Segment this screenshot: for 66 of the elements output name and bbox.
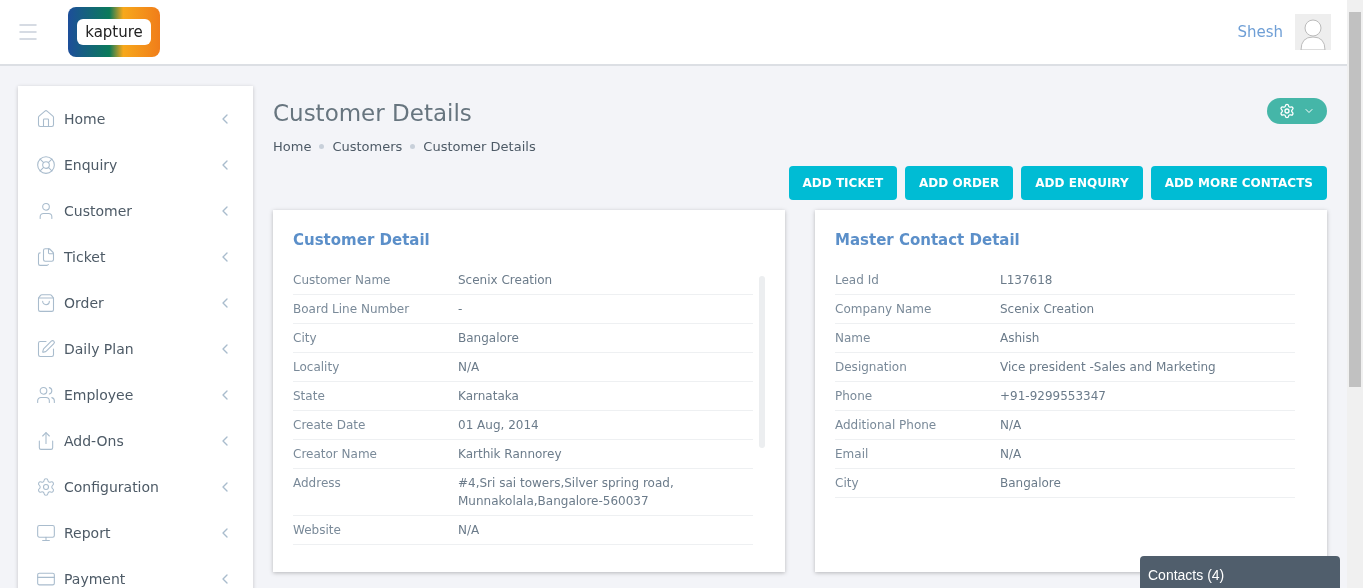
field-value: Vice president -Sales and Marketing	[1000, 359, 1216, 376]
sidebar-item[interactable]: Enquiry	[36, 142, 233, 188]
field-label: Phone	[835, 388, 874, 405]
sidebar-item[interactable]: Ticket	[36, 234, 233, 280]
field-label: Website	[293, 522, 342, 539]
card-title: Customer Detail	[293, 230, 431, 250]
sidebar-item[interactable]: Payment	[36, 556, 233, 588]
sidebar-item[interactable]: Order	[36, 280, 233, 326]
field-value: Scenix Creation	[1000, 301, 1095, 318]
field-value: -	[458, 301, 463, 318]
contacts-bar[interactable]: Contacts (4)	[1140, 556, 1340, 588]
share-icon	[36, 431, 56, 451]
bag-icon	[36, 293, 56, 313]
field-label: Address	[293, 475, 342, 492]
documents-icon	[36, 247, 56, 267]
card-title: Master Contact Detail	[835, 230, 1021, 250]
field-value: N/A	[458, 522, 480, 539]
field-value: +91-9299553347	[1000, 388, 1106, 405]
field-value: Ashish	[1000, 330, 1040, 347]
field-label: City	[835, 475, 860, 492]
field-label: Name	[835, 330, 872, 347]
page-scrollbar[interactable]	[1347, 0, 1363, 588]
avatar-icon[interactable]	[1295, 14, 1331, 50]
field-value: Karnataka	[458, 388, 519, 405]
field-label: Email	[835, 446, 870, 463]
lifebuoy-icon	[36, 155, 56, 175]
sidebar-item[interactable]: Report	[36, 510, 233, 556]
sidebar-item[interactable]: Configuration	[36, 464, 233, 510]
settings-dropdown[interactable]	[1267, 98, 1327, 124]
field-label: Designation	[835, 359, 908, 376]
field-label: Additional Phone	[835, 417, 938, 434]
breadcrumb-link[interactable]: Customers	[332, 136, 403, 156]
field-label: State	[293, 388, 326, 405]
field-value: Karthik Rannorey	[458, 446, 562, 463]
home-icon	[36, 109, 56, 129]
sidebar-item[interactable]: Daily Plan	[36, 326, 233, 372]
field-value: Bangalore	[1000, 475, 1061, 492]
field-value: Bangalore	[458, 330, 519, 347]
sidebar-item[interactable]: Employee	[36, 372, 233, 418]
field-value: N/A	[458, 359, 480, 376]
breadcrumb-link[interactable]: Customer Details	[423, 136, 536, 156]
field-label: Company Name	[835, 301, 933, 318]
monitor-icon	[36, 523, 56, 543]
edit-icon	[36, 339, 56, 359]
settings-icon	[1279, 103, 1295, 119]
field-label: Board Line Number	[293, 301, 411, 318]
field-label: City	[293, 330, 318, 347]
logo[interactable]: kapture	[68, 7, 160, 57]
sidebar-item[interactable]: Home	[36, 96, 233, 142]
field-value: 01 Aug, 2014	[458, 417, 539, 434]
field-value: L137618	[1000, 272, 1053, 289]
sidebar-item[interactable]: Add-Ons	[36, 418, 233, 464]
settings-icon	[36, 477, 56, 497]
field-label: Locality	[293, 359, 341, 376]
breadcrumb-link[interactable]: Home	[273, 136, 312, 156]
field-label: Lead Id	[835, 272, 880, 289]
field-value: N/A	[1000, 446, 1022, 463]
page-title: Customer Details	[273, 99, 473, 128]
field-value: #4,Sri sai towers,Silver spring road, Munnakolala,Bangalore-560037	[458, 475, 675, 510]
users-icon	[36, 385, 56, 405]
field-value: Scenix Creation	[458, 272, 553, 289]
field-label: Customer Name	[293, 272, 392, 289]
field-value: N/A	[1000, 417, 1022, 434]
field-label: Creator Name	[293, 446, 378, 463]
field-label: Create Date	[293, 417, 367, 434]
sidebar-item[interactable]: Customer	[36, 188, 233, 234]
